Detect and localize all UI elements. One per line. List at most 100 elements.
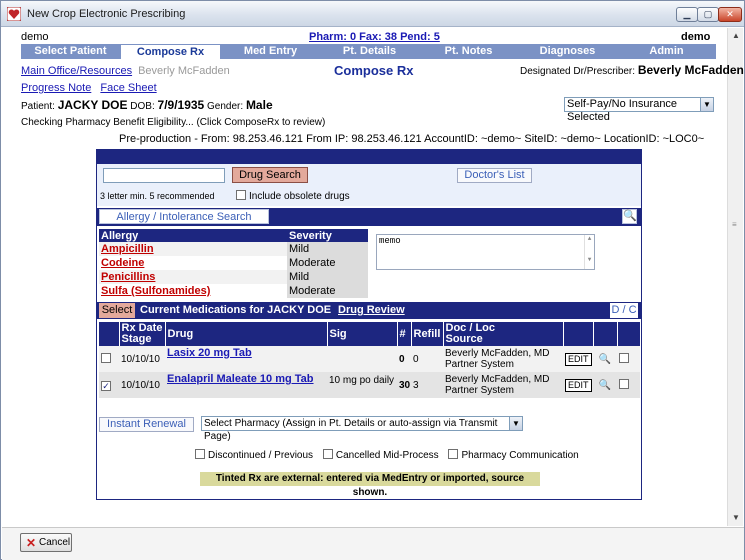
allergy-link[interactable]: Penicillins [101, 271, 155, 283]
edit-col-header [563, 322, 594, 346]
sig-col-header: Sig [327, 322, 398, 346]
tab-pt-notes[interactable]: Pt. Notes [419, 44, 518, 59]
refill-cell: 3 [411, 372, 443, 398]
prescriber-label: Designated Dr/Prescriber: [520, 66, 636, 77]
tab-med-entry[interactable]: Med Entry [221, 44, 320, 59]
queue-counts-link[interactable]: Pharm: 0 Fax: 38 Pend: 5 [309, 31, 440, 43]
chevron-down-icon[interactable]: ▼ [700, 98, 713, 111]
doctor-name-label: Beverly McFadden [138, 65, 230, 77]
magnifier-icon[interactable]: 🔍 [599, 354, 611, 365]
discontinued-option[interactable]: Discontinued / Previous [195, 449, 313, 461]
cancel-label: Cancel [39, 537, 71, 548]
tab-select-patient[interactable]: Select Patient [21, 44, 120, 59]
tab-compose-rx[interactable]: Compose Rx [120, 44, 221, 59]
main-tabs: Select Patient Compose Rx Med Entry Pt. … [21, 44, 716, 59]
discontinue-checkbox[interactable] [619, 353, 629, 363]
cancel-button[interactable]: ✕ Cancel [20, 533, 72, 552]
drug-review-link[interactable]: Drug Review [338, 304, 405, 316]
magnifier-icon[interactable]: 🔍 [599, 380, 611, 391]
close-x-icon: ✕ [26, 536, 37, 550]
cancelled-checkbox[interactable] [322, 449, 333, 459]
allergy-memo-textarea[interactable]: memo ▲ ▼ [376, 234, 595, 270]
scroll-grip-icon[interactable]: ≡ [732, 221, 740, 229]
tab-pt-details[interactable]: Pt. Details [320, 44, 419, 59]
patient-info: Patient: JACKY DOE DOB: 7/9/1935 Gender:… [21, 98, 273, 112]
user-label-right: demo [681, 31, 711, 43]
include-obsolete-checkbox[interactable] [236, 190, 246, 200]
prescriber-info: Designated Dr/Prescriber: Beverly McFadd… [520, 63, 744, 77]
face-sheet-link[interactable]: Face Sheet [100, 82, 156, 94]
allergy-severity: Mild [287, 270, 368, 284]
drug-search-button[interactable]: Drug Search [232, 167, 308, 183]
breadcrumb: Main Office/Resources Beverly McFadden [21, 65, 230, 77]
include-obsolete-option[interactable]: Include obsolete drugs [236, 190, 350, 202]
edit-button[interactable]: EDIT [565, 352, 592, 366]
panel-header-bar [97, 150, 641, 164]
discontinue-button[interactable]: D / C [610, 303, 638, 318]
doc-loc-cell: Beverly McFadden, MD Partner System [443, 372, 563, 398]
allergy-row: Sulfa (Sulfonamides) Moderate [99, 284, 368, 298]
row-select-checkbox[interactable]: ✓ [101, 380, 111, 391]
doc-loc-col-header: Doc / Loc Source [443, 322, 564, 346]
allergy-link[interactable]: Codeine [101, 257, 144, 269]
rx-date: 10/10/10 [119, 372, 165, 398]
include-obsolete-label: Include obsolete drugs [249, 191, 350, 202]
memo-scrollbar[interactable]: ▲ ▼ [584, 235, 594, 269]
insurance-value: Self-Pay/No Insurance Selected [567, 98, 678, 123]
progress-note-link[interactable]: Progress Note [21, 82, 91, 94]
vertical-scrollbar[interactable]: ▲ ≡ ▼ [727, 28, 743, 526]
instant-renewal-button[interactable]: Instant Renewal [99, 417, 194, 432]
tab-admin[interactable]: Admin [617, 44, 716, 59]
search-hint: 3 letter min. 5 recommended [100, 191, 215, 201]
drug-link[interactable]: Enalapril Maleate 10 mg Tab [167, 373, 314, 385]
discontinue-checkbox[interactable] [619, 379, 629, 389]
allergy-link[interactable]: Sulfa (Sulfonamides) [101, 285, 210, 297]
sig-cell [327, 346, 397, 372]
qty-cell: 30 [397, 372, 411, 398]
doc-loc-cell: Beverly McFadden, MD Partner System [443, 346, 563, 372]
doctors-list-button[interactable]: Doctor's List [457, 168, 532, 183]
edit-button[interactable]: EDIT [565, 378, 592, 392]
allergy-link[interactable]: Ampicillin [101, 243, 154, 255]
pharmacy-comm-option[interactable]: Pharmacy Communication [448, 449, 579, 461]
allergy-table: Allergy Severity Ampicillin Mild Codeine… [99, 229, 368, 298]
drug-search-input[interactable] [103, 168, 225, 183]
scroll-up-icon[interactable]: ▲ [728, 28, 744, 44]
compose-panel: Drug Search Doctor's List 3 letter min. … [96, 149, 642, 500]
magnifier-icon[interactable]: 🔍 [622, 209, 637, 224]
row-select-checkbox[interactable] [101, 353, 111, 363]
drug-link[interactable]: Lasix 20 mg Tab [167, 347, 252, 359]
allergy-row: Codeine Moderate [99, 256, 368, 270]
qty-col-header: # [397, 322, 412, 346]
dc-col-header [617, 322, 641, 346]
allergy-severity: Moderate [287, 284, 368, 298]
user-label-left: demo [21, 31, 49, 43]
cancelled-option[interactable]: Cancelled Mid-Process [322, 449, 439, 461]
tab-diagnoses[interactable]: Diagnoses [518, 44, 617, 59]
pharmacy-comm-checkbox[interactable] [448, 449, 459, 459]
sig-cell: 10 mg po daily [327, 372, 397, 398]
window-title: New Crop Electronic Prescribing [27, 8, 186, 20]
app-window: New Crop Electronic Prescribing ▁ ▢ ✕ ▲ … [0, 0, 745, 560]
table-row: ✓ 10/10/10 Enalapril Maleate 10 mg Tab 1… [99, 372, 640, 398]
maximize-button[interactable]: ▢ [697, 7, 719, 22]
main-office-link[interactable]: Main Office/Resources [21, 65, 132, 77]
current-meds-table: Rx Date Stage Drug Sig # Refill Doc / Loc… [99, 322, 641, 398]
scroll-down-icon[interactable]: ▼ [728, 510, 744, 526]
insurance-select[interactable]: Self-Pay/No Insurance Selected ▼ [564, 97, 714, 123]
close-button[interactable]: ✕ [718, 7, 742, 22]
select-button[interactable]: Select [99, 303, 135, 318]
select-pharmacy-dropdown[interactable]: Select Pharmacy (Assign in Pt. Details o… [201, 416, 523, 442]
qty-cell: 0 [397, 346, 411, 372]
patient-dob: 7/9/1935 [157, 98, 205, 112]
allergy-search-button[interactable]: Allergy / Intolerance Search [99, 209, 269, 224]
footer-bar: ✕ Cancel [2, 527, 744, 560]
discontinued-checkbox[interactable] [195, 449, 205, 459]
pharmacy-comm-label: Pharmacy Communication [461, 450, 579, 461]
minimize-button[interactable]: ▁ [676, 7, 698, 22]
allergy-row: Ampicillin Mild [99, 242, 368, 256]
rx-date-col-header: Rx Date Stage [119, 322, 166, 346]
chevron-down-icon[interactable]: ▼ [509, 417, 522, 430]
allergy-severity: Mild [287, 242, 368, 256]
eligibility-status: Checking Pharmacy Benefit Eligibility...… [21, 117, 326, 128]
